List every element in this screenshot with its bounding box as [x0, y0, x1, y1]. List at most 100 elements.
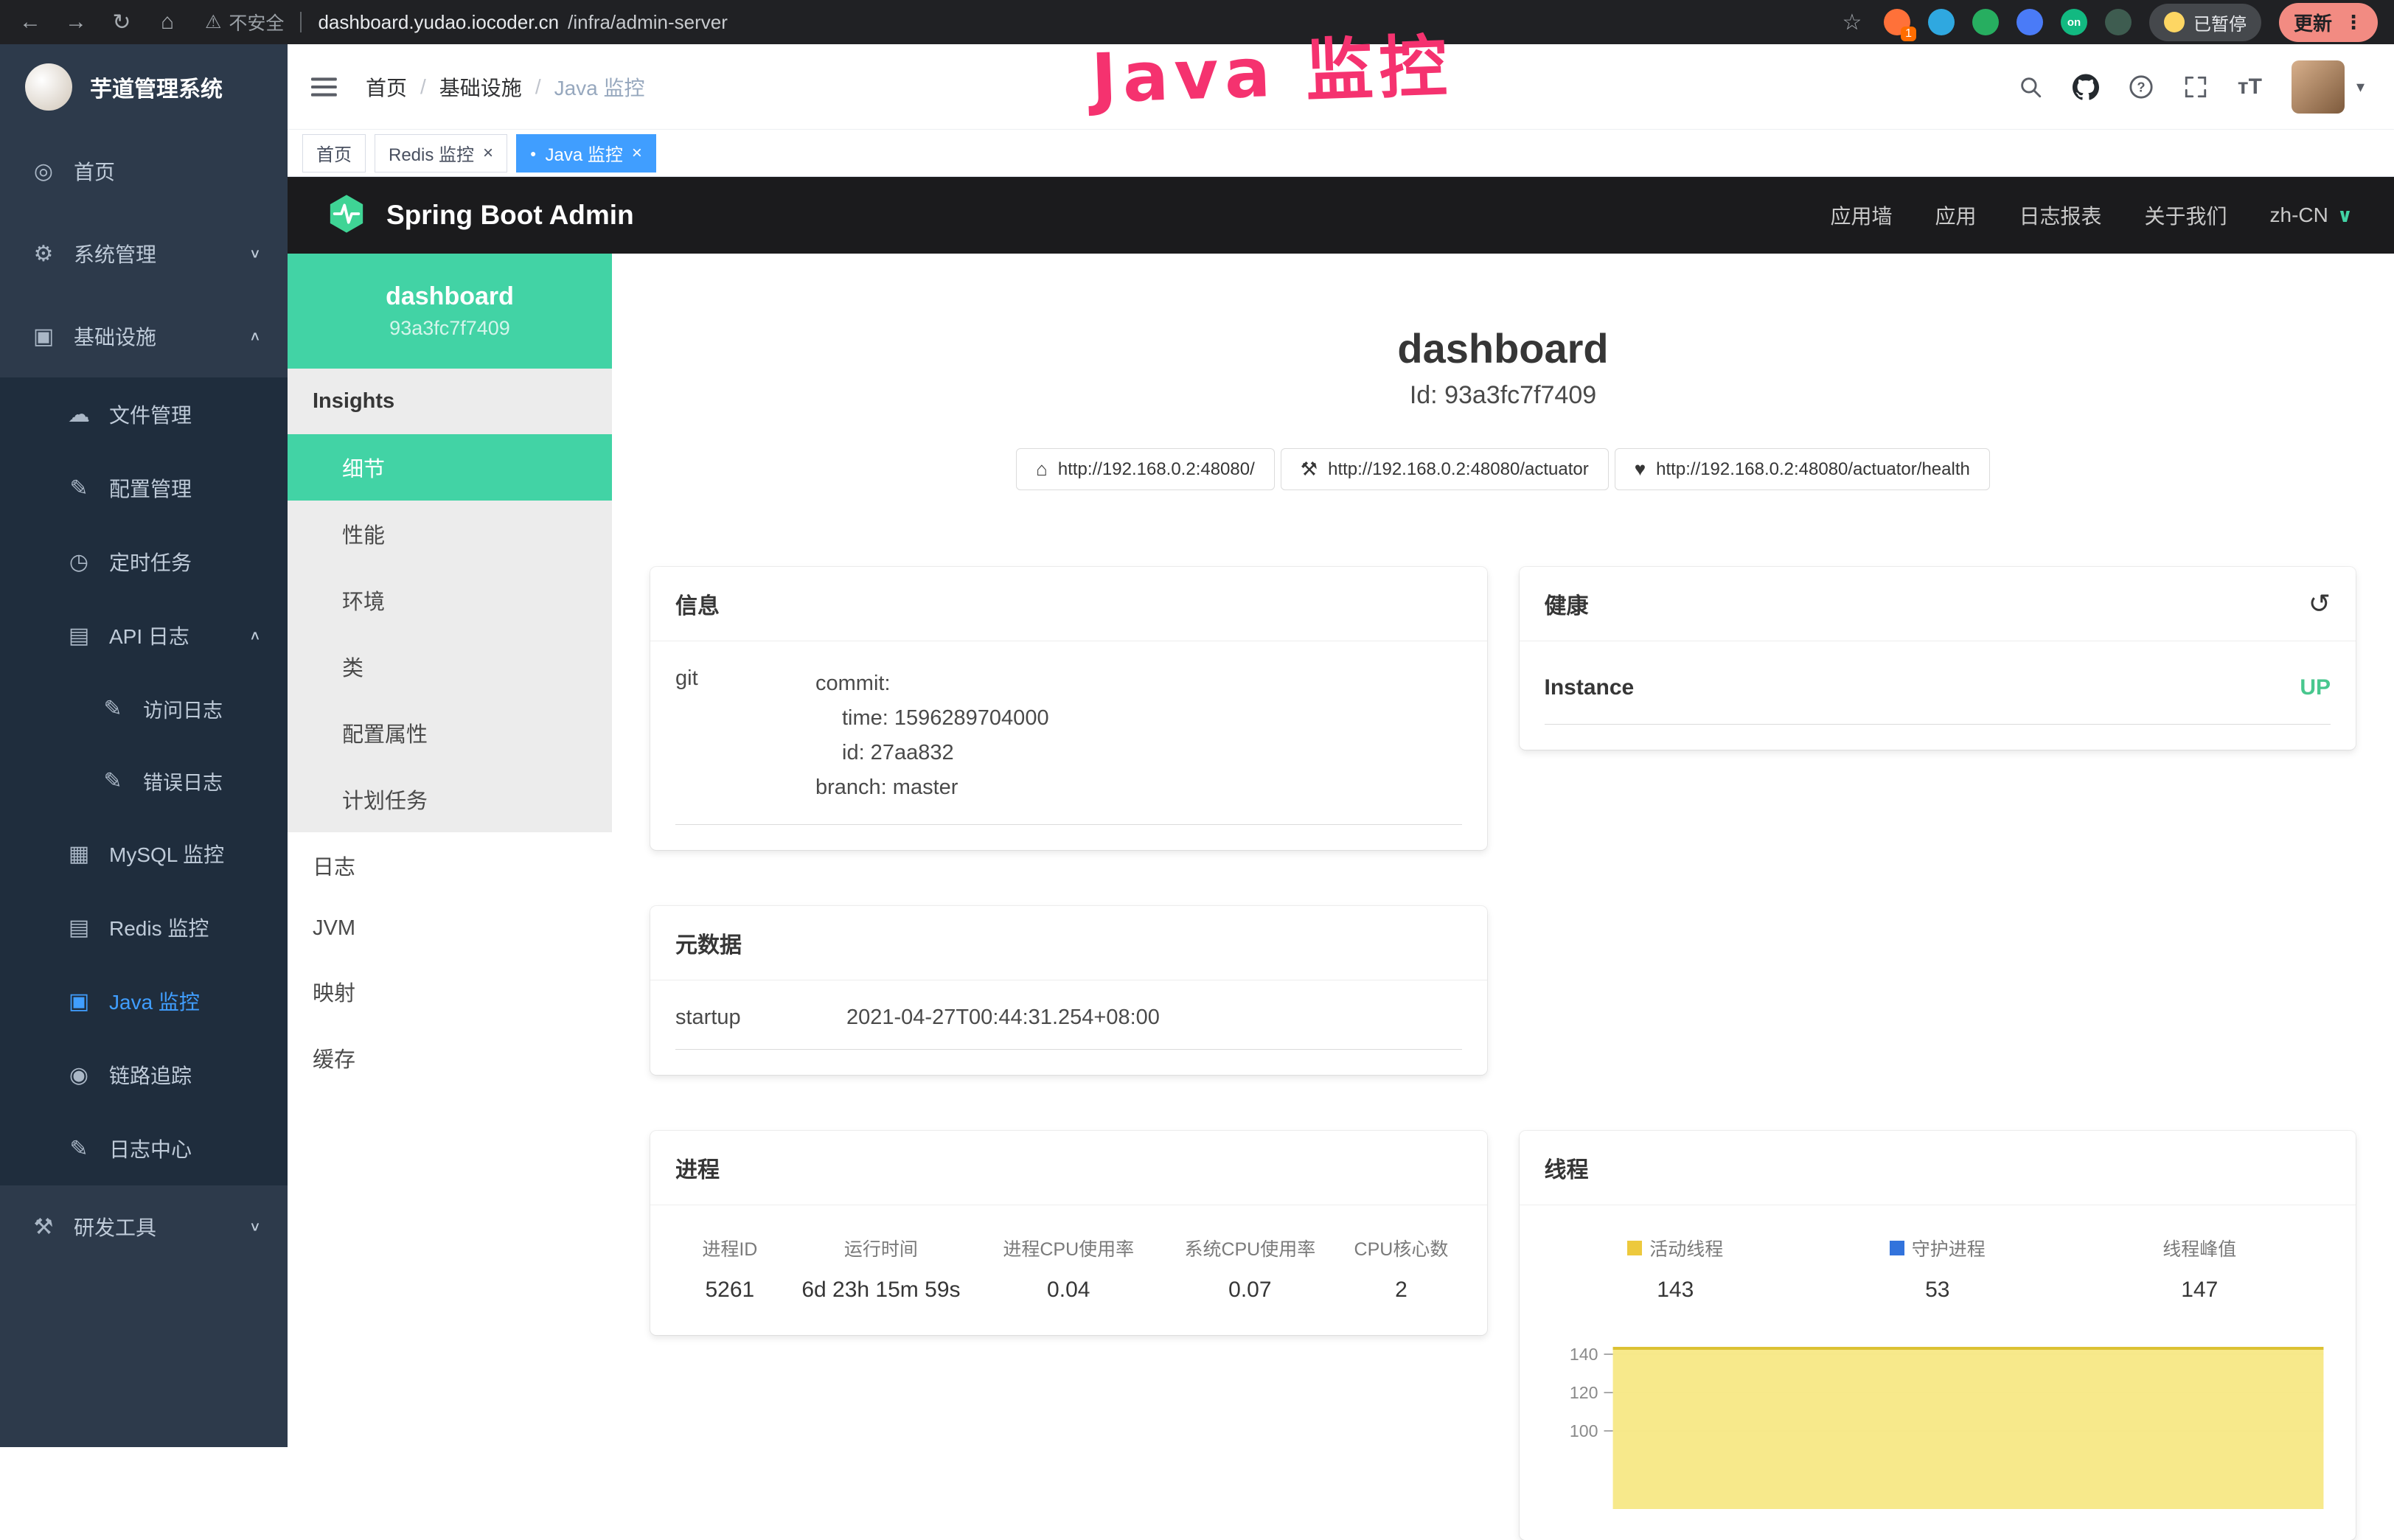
metadata-card-body: startup 2021-04-27T00:44:31.254+08:00 [650, 980, 1487, 1075]
url-path: /infra/admin-server [568, 11, 728, 34]
user-avatar[interactable] [2292, 60, 2345, 114]
avatar-caret-icon[interactable]: ▾ [2356, 77, 2365, 97]
browser-menu-icon[interactable]: ⋮ [2344, 11, 2363, 34]
sba-item-jvm[interactable]: JVM [288, 899, 612, 958]
health-card-header: 健康 ↺ [1520, 567, 2356, 641]
close-icon[interactable]: × [632, 144, 642, 162]
tab-redis-monitor[interactable]: Redis 监控 × [375, 134, 507, 173]
security-warning[interactable]: ⚠ 不安全 [205, 9, 284, 35]
sba-item-metrics[interactable]: 性能 [288, 501, 612, 567]
browser-back-button[interactable]: ← [16, 10, 44, 35]
legend-square-blue [1890, 1241, 1904, 1255]
browser-update-button[interactable]: 更新 ⋮ [2279, 3, 2378, 42]
document-icon: ▤ [65, 623, 93, 649]
close-icon[interactable]: × [483, 144, 493, 162]
browser-home-button[interactable]: ⌂ [153, 10, 181, 35]
sba-logo-icon[interactable] [326, 193, 367, 238]
github-icon[interactable] [2073, 74, 2099, 100]
sba-item-details[interactable]: 细节 [288, 434, 612, 501]
sidebar-item-access-logs[interactable]: ✎ 访问日志 [0, 672, 288, 745]
browser-reload-button[interactable]: ↻ [108, 10, 136, 35]
actuator-url-link[interactable]: ⚒ http://192.168.0.2:48080/actuator [1281, 448, 1609, 490]
help-icon[interactable]: ? [2129, 74, 2154, 100]
process-card-body: 进程ID 5261 运行时间 6d 23h 15m 59s 进程CPU使用率 [650, 1205, 1487, 1335]
sba-item-config-props[interactable]: 配置属性 [288, 700, 612, 766]
sba-item-scheduled-tasks[interactable]: 计划任务 [288, 766, 612, 832]
sidebar-item-scheduled-tasks[interactable]: ◷ 定时任务 [0, 525, 288, 599]
history-icon[interactable]: ↺ [2308, 590, 2331, 617]
sidebar-item-redis-monitor[interactable]: ▤ Redis 监控 [0, 891, 288, 964]
sidebar-item-home[interactable]: ◎ 首页 [0, 130, 288, 212]
bookmark-star-icon[interactable]: ☆ [1838, 10, 1866, 35]
process-card-header: 进程 [650, 1131, 1487, 1205]
sidebar-collapse-icon[interactable] [311, 75, 339, 99]
instance-header[interactable]: dashboard 93a3fc7f7409 [288, 254, 612, 369]
sidebar-item-mysql-monitor[interactable]: ▦ MySQL 监控 [0, 817, 288, 891]
search-icon[interactable] [2018, 74, 2043, 100]
sba-nav-wallboard[interactable]: 应用墙 [1830, 201, 1892, 230]
sba-language-select[interactable]: zh-CN ∨ [2270, 203, 2353, 227]
health-row-instance[interactable]: Instance UP [1545, 666, 2331, 725]
link-url: http://192.168.0.2:48080/actuator [1328, 459, 1589, 480]
process-stats: 进程ID 5261 运行时间 6d 23h 15m 59s 进程CPU使用率 [675, 1230, 1462, 1310]
sidebar-item-infrastructure[interactable]: ▣ 基础设施 ∧ [0, 295, 288, 377]
tab-java-monitor[interactable]: ● Java 监控 × [516, 134, 656, 173]
sba-item-classes[interactable]: 类 [288, 633, 612, 700]
sidebar-item-devtools[interactable]: ⚒ 研发工具 ∨ [0, 1185, 288, 1268]
sba-main: dashboard Id: 93a3fc7f7409 ⌂ http://192.… [612, 254, 2394, 1447]
sidebar-item-system-management[interactable]: ⚙ 系统管理 ∨ [0, 212, 288, 295]
address-separator [300, 12, 302, 32]
sidebar-item-label: 文件管理 [109, 400, 192, 429]
breadcrumb-infrastructure[interactable]: 基础设施 [439, 72, 522, 102]
stat-value: 6d 23h 15m 59s [784, 1278, 978, 1303]
browser-forward-button[interactable]: → [62, 10, 90, 35]
sidebar-item-tracing[interactable]: ◉ 链路追踪 [0, 1038, 288, 1112]
breadcrumb-current: Java 监控 [554, 72, 645, 102]
sidebar-item-java-monitor[interactable]: ▣ Java 监控 [0, 964, 288, 1038]
sidebar-logo[interactable]: 芋道管理系统 [0, 44, 288, 130]
paused-extension-pill[interactable]: 已暂停 [2149, 4, 2261, 41]
sidebar-item-config-management[interactable]: ✎ 配置管理 [0, 451, 288, 525]
card-title: 线程 [1545, 1151, 1589, 1184]
service-url-link[interactable]: ⌂ http://192.168.0.2:48080/ [1016, 448, 1275, 490]
address-bar[interactable]: ⚠ 不安全 dashboard.yudao.iocoder.cn/infra/a… [205, 9, 1820, 35]
tab-home[interactable]: 首页 [302, 134, 366, 173]
extension-green-icon[interactable] [1972, 9, 1999, 35]
sba-item-environment[interactable]: 环境 [288, 567, 612, 633]
infrastructure-icon: ▣ [29, 324, 58, 349]
info-key: git [675, 666, 815, 805]
fullscreen-icon[interactable] [2183, 74, 2208, 100]
sba-brand-title[interactable]: Spring Boot Admin [386, 200, 634, 231]
sba-item-logs[interactable]: 日志 [288, 832, 612, 899]
y-tick-140: 140 [1569, 1345, 1598, 1364]
sba-nav-applications[interactable]: 应用 [1935, 201, 1976, 230]
instance-name: dashboard [386, 282, 514, 311]
sidebar-item-label: 配置管理 [109, 473, 192, 503]
extension-on-toggle-icon[interactable]: on [2061, 9, 2087, 35]
threads-chart: 140 120 100 [1545, 1332, 2331, 1515]
sidebar-item-api-logs[interactable]: ▤ API 日志 ∧ [0, 599, 288, 672]
extension-tree-icon[interactable] [2105, 9, 2132, 35]
sba-item-mappings[interactable]: 映射 [288, 958, 612, 1025]
font-size-icon[interactable]: тT [2238, 74, 2262, 100]
header-actions: ? тT ▾ [2018, 60, 2365, 114]
page-title: dashboard [650, 324, 2356, 372]
logo-title: 芋道管理系统 [90, 71, 223, 103]
legend-peak-threads: 线程峰值 147 [2069, 1235, 2331, 1303]
sba-nav-about[interactable]: 关于我们 [2145, 201, 2227, 230]
extension-grid-icon[interactable] [2017, 9, 2043, 35]
sidebar-item-error-logs[interactable]: ✎ 错误日志 [0, 745, 288, 817]
sidebar-item-label: 基础设施 [74, 321, 156, 351]
sidebar-item-log-center[interactable]: ✎ 日志中心 [0, 1112, 288, 1185]
sba-item-caches[interactable]: 缓存 [288, 1025, 612, 1091]
breadcrumb-home[interactable]: 首页 [366, 72, 407, 102]
extension-fox-icon[interactable]: 1 [1884, 9, 1910, 35]
health-url-link[interactable]: ♥ http://192.168.0.2:48080/actuator/heal… [1615, 448, 1990, 490]
active-dot-icon: ● [530, 148, 536, 158]
stat-header: 运行时间 [784, 1235, 978, 1261]
sba-nav-journal[interactable]: 日志报表 [2019, 201, 2102, 230]
extension-drop-icon[interactable] [1928, 9, 1955, 35]
sba-body: dashboard 93a3fc7f7409 Insights 细节 性能 环境… [288, 254, 2394, 1447]
file-icon: ☁ [65, 402, 93, 428]
sidebar-item-file-management[interactable]: ☁ 文件管理 [0, 377, 288, 451]
